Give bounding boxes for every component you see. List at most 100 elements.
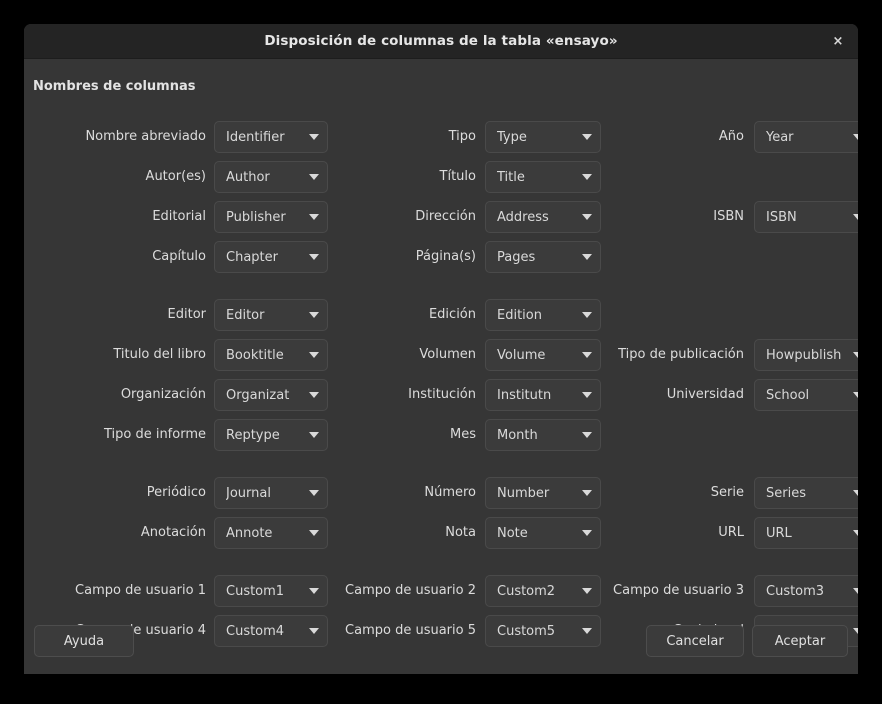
field-label: Título — [334, 161, 476, 193]
column-select-value: Booktitle — [226, 348, 305, 363]
field-label: Editorial — [42, 201, 206, 233]
dialog-footer: Ayuda Cancelar Aceptar — [24, 617, 858, 674]
column-select[interactable]: Annote — [214, 517, 328, 549]
field-label: Organización — [42, 379, 206, 411]
chevron-down-icon — [309, 254, 319, 260]
chevron-down-icon — [582, 490, 592, 496]
column-select[interactable]: Volume — [485, 339, 601, 371]
field-label: Serie — [604, 477, 744, 509]
field-row: Nombre abreviadoIdentifierTipoTypeAñoYea… — [24, 121, 858, 161]
column-select[interactable]: Institutn — [485, 379, 601, 411]
column-select[interactable]: ISBN — [754, 201, 858, 233]
field-label: Titulo del libro — [42, 339, 206, 371]
field-label: Periódico — [42, 477, 206, 509]
column-select-value: Publisher — [226, 210, 305, 225]
chevron-down-icon — [853, 490, 858, 496]
accept-button[interactable]: Aceptar — [752, 625, 848, 657]
column-select[interactable]: Edition — [485, 299, 601, 331]
chevron-down-icon — [309, 312, 319, 318]
column-select[interactable]: Pages — [485, 241, 601, 273]
column-select-value: Series — [766, 486, 849, 501]
field-label: Campo de usuario 2 — [334, 575, 476, 607]
chevron-down-icon — [582, 392, 592, 398]
column-select-value: URL — [766, 526, 849, 541]
column-layout-dialog: Disposición de columnas de la tabla «ens… — [24, 24, 858, 674]
section-heading: Nombres de columnas — [33, 79, 195, 94]
column-select[interactable]: Custom1 — [214, 575, 328, 607]
column-select-value: Volume — [497, 348, 578, 363]
chevron-down-icon — [853, 588, 858, 594]
chevron-down-icon — [309, 432, 319, 438]
column-select[interactable]: Journal — [214, 477, 328, 509]
column-select[interactable]: Reptype — [214, 419, 328, 451]
column-select[interactable]: School — [754, 379, 858, 411]
column-select[interactable]: Title — [485, 161, 601, 193]
cancel-button[interactable]: Cancelar — [646, 625, 744, 657]
column-select[interactable]: Organizat — [214, 379, 328, 411]
column-select[interactable]: Year — [754, 121, 858, 153]
column-select[interactable]: Month — [485, 419, 601, 451]
chevron-down-icon — [582, 254, 592, 260]
field-label: Volumen — [334, 339, 476, 371]
column-select[interactable]: Address — [485, 201, 601, 233]
chevron-down-icon — [582, 214, 592, 220]
chevron-down-icon — [853, 352, 858, 358]
column-select[interactable]: Custom3 — [754, 575, 858, 607]
column-select[interactable]: Author — [214, 161, 328, 193]
column-select[interactable]: Chapter — [214, 241, 328, 273]
chevron-down-icon — [309, 214, 319, 220]
chevron-down-icon — [309, 134, 319, 140]
dialog-titlebar: Disposición de columnas de la tabla «ens… — [24, 24, 858, 59]
help-button[interactable]: Ayuda — [34, 625, 134, 657]
field-row: AnotaciónAnnoteNotaNoteURLURL — [24, 517, 858, 557]
column-select[interactable]: Identifier — [214, 121, 328, 153]
column-select-value: Number — [497, 486, 578, 501]
field-row: EditorialPublisherDirecciónAddressISBNIS… — [24, 201, 858, 241]
column-select[interactable]: Note — [485, 517, 601, 549]
field-row: Tipo de informe Reptype Mes Month — [24, 419, 858, 459]
field-label: Editor — [42, 299, 206, 331]
field-row: Autor(es)AuthorTítulo Title — [24, 161, 858, 201]
column-select[interactable]: Editor — [214, 299, 328, 331]
column-select[interactable]: Number — [485, 477, 601, 509]
chevron-down-icon — [853, 214, 858, 220]
column-select-value: Organizat — [226, 388, 305, 403]
chevron-down-icon — [582, 530, 592, 536]
field-row: Organización Organizat Institución Institut… — [24, 379, 858, 419]
column-select-value: Pages — [497, 250, 578, 265]
column-select-value: Identifier — [226, 130, 305, 145]
field-label: Tipo de informe — [42, 419, 206, 451]
chevron-down-icon — [582, 134, 592, 140]
chevron-down-icon — [309, 530, 319, 536]
column-select[interactable]: Publisher — [214, 201, 328, 233]
field-row: PeriódicoJournalNúmeroNumberSerieSeries — [24, 477, 858, 517]
field-label: Institución — [334, 379, 476, 411]
column-select-value: Chapter — [226, 250, 305, 265]
column-select[interactable]: Howpublish — [754, 339, 858, 371]
field-label: Mes — [334, 419, 476, 451]
column-select-value: Address — [497, 210, 578, 225]
chevron-down-icon — [309, 174, 319, 180]
close-icon[interactable]: × — [827, 30, 849, 52]
column-select-value: Edition — [497, 308, 578, 323]
column-select[interactable]: Custom2 — [485, 575, 601, 607]
field-label: Tipo — [334, 121, 476, 153]
chevron-down-icon — [582, 174, 592, 180]
field-row: EditorEditorEdiciónEdition — [24, 299, 858, 339]
chevron-down-icon — [582, 588, 592, 594]
field-label: Página(s) — [334, 241, 476, 273]
field-label: Autor(es) — [42, 161, 206, 193]
column-select[interactable]: Booktitle — [214, 339, 328, 371]
field-label: URL — [604, 517, 744, 549]
column-select-value: Custom2 — [497, 584, 578, 599]
chevron-down-icon — [309, 352, 319, 358]
chevron-down-icon — [853, 134, 858, 140]
field-label: Campo de usuario 3 — [604, 575, 744, 607]
column-select-value: Reptype — [226, 428, 305, 443]
chevron-down-icon — [853, 530, 858, 536]
column-select[interactable]: Series — [754, 477, 858, 509]
column-select-value: Type — [497, 130, 578, 145]
column-select-value: ISBN — [766, 210, 849, 225]
column-select[interactable]: Type — [485, 121, 601, 153]
column-select[interactable]: URL — [754, 517, 858, 549]
